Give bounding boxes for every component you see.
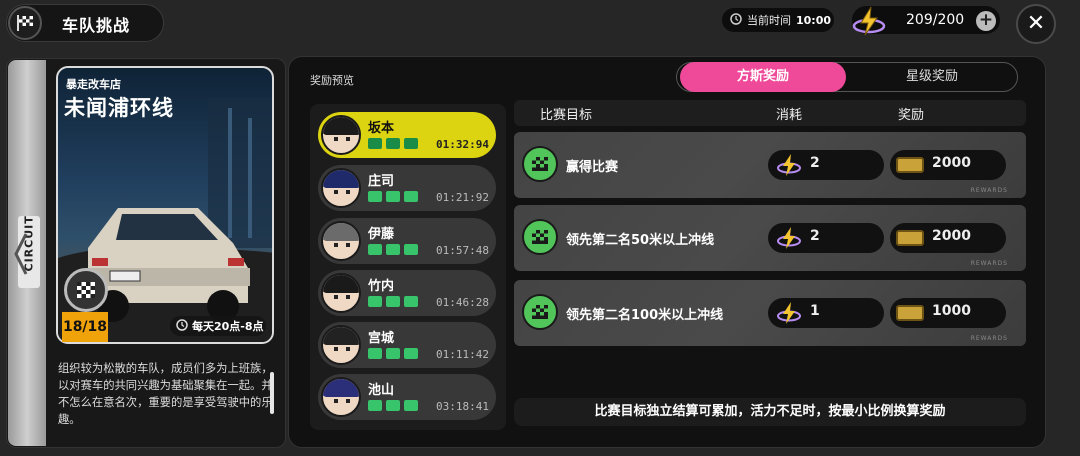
lightning-energy-icon xyxy=(776,153,802,181)
driver-name: 池山 xyxy=(368,383,395,398)
objective-name: 领先第二名50米以上冲线 xyxy=(566,233,715,248)
footer-note: 比赛目标独立结算可累加，活力不足时，按最小比例换算奖励 xyxy=(514,398,1026,426)
rewards-tag: REWARDS xyxy=(970,335,1008,342)
driver-item[interactable]: 竹内 01:46:28 xyxy=(318,270,496,316)
avatar xyxy=(321,221,361,261)
lightning-energy-icon xyxy=(852,4,886,42)
rewards-tag: REWARDS xyxy=(970,260,1008,267)
driver-time: 01:46:28 xyxy=(436,296,489,309)
time-value: 10:00 xyxy=(796,13,832,27)
objective-name: 领先第二名100米以上冲线 xyxy=(566,308,724,323)
avatar xyxy=(321,168,361,208)
checkered-flag-icon xyxy=(522,294,558,330)
clock-icon xyxy=(730,12,742,28)
header-reward: 奖励 xyxy=(898,108,925,123)
close-button[interactable]: ✕ xyxy=(1016,4,1056,44)
ticket-icon xyxy=(896,305,924,321)
team-description: 组织较为松散的车队，成员们多为上班族，以对赛车的共同兴趣为基础聚集在一起。并不怎… xyxy=(58,362,273,426)
lightning-energy-icon xyxy=(776,301,802,329)
reward-value: 2000 xyxy=(932,155,971,171)
lightning-energy-icon xyxy=(776,226,802,254)
reward-display: 2000 xyxy=(890,150,1006,180)
reward-display: 2000 xyxy=(890,223,1006,253)
cost-display: 2 xyxy=(768,223,884,253)
reward-value: 1000 xyxy=(932,303,971,319)
avatar xyxy=(321,325,361,365)
card-title: 未闻浦环线 xyxy=(64,96,174,120)
reward-display: 1000 xyxy=(890,298,1006,328)
objective-row: 赢得比赛 2 2000 REWARDS xyxy=(514,132,1026,198)
page-title: 车队挑战 xyxy=(62,16,131,35)
race-count-badge: 18/18 xyxy=(62,312,108,342)
arrow-left-icon xyxy=(14,232,28,280)
driver-time: 01:11:42 xyxy=(436,348,489,361)
driver-item[interactable]: 庄司 01:21:92 xyxy=(318,165,496,211)
header-goal: 比赛目标 xyxy=(540,108,593,123)
driver-name: 庄司 xyxy=(368,174,395,189)
cost-display: 1 xyxy=(768,298,884,328)
driver-item[interactable]: 坂本 01:32:94 xyxy=(318,112,496,158)
objective-row: 领先第二名100米以上冲线 1 1000 REWARDS xyxy=(514,280,1026,346)
cost-value: 2 xyxy=(810,155,820,171)
tab-star-rewards[interactable]: 星级奖励 xyxy=(848,62,1016,92)
checkered-flag-icon xyxy=(522,146,558,182)
flag-icons xyxy=(368,244,420,256)
driver-item[interactable]: 伊藤 01:57:48 xyxy=(318,218,496,264)
clock-icon xyxy=(176,318,188,334)
objective-row: 领先第二名50米以上冲线 2 2000 REWARDS xyxy=(514,205,1026,271)
flag-icons xyxy=(368,191,420,203)
driver-item[interactable]: 池山 03:18:41 xyxy=(318,374,496,420)
avatar xyxy=(321,273,361,313)
flag-icons xyxy=(368,138,420,150)
avatar xyxy=(321,115,361,155)
driver-name: 宫城 xyxy=(368,331,395,346)
rewards-tag: REWARDS xyxy=(970,187,1008,194)
current-time: 当前时间 10:00 xyxy=(722,8,834,32)
checkered-flag-icon xyxy=(8,6,42,40)
ticket-icon xyxy=(896,230,924,246)
schedule-badge: 每天20点-8点 xyxy=(170,316,266,336)
driver-time: 01:32:94 xyxy=(436,138,489,151)
cost-display: 2 xyxy=(768,150,884,180)
reward-value: 2000 xyxy=(932,228,971,244)
driver-name: 竹内 xyxy=(368,279,395,294)
avatar xyxy=(321,377,361,417)
time-label: 当前时间 xyxy=(747,14,791,27)
driver-time: 03:18:41 xyxy=(436,400,489,413)
cost-value: 2 xyxy=(810,228,820,244)
header-cost: 消耗 xyxy=(776,108,803,123)
driver-item[interactable]: 宫城 01:11:42 xyxy=(318,322,496,368)
tab-team-rewards[interactable]: 方斯奖励 xyxy=(680,62,846,92)
checkered-flag-icon xyxy=(64,268,108,312)
reward-preview-label: 奖励预览 xyxy=(310,74,354,87)
flag-icons xyxy=(368,348,420,360)
schedule-text: 每天20点-8点 xyxy=(192,320,264,333)
driver-time: 01:57:48 xyxy=(436,244,489,257)
objective-name: 赢得比赛 xyxy=(566,160,619,175)
flag-icons xyxy=(368,296,420,308)
cost-value: 1 xyxy=(810,303,820,319)
description-scrollbar[interactable] xyxy=(270,372,274,414)
driver-name: 坂本 xyxy=(368,121,395,136)
ticket-icon xyxy=(896,157,924,173)
energy-value: 209/200 xyxy=(906,12,965,28)
flag-icons xyxy=(368,400,420,412)
checkered-flag-icon xyxy=(522,219,558,255)
add-energy-button[interactable]: + xyxy=(976,11,996,31)
card-subtitle: 暴走改车店 xyxy=(66,78,121,91)
driver-time: 01:21:92 xyxy=(436,191,489,204)
driver-name: 伊藤 xyxy=(368,227,395,242)
